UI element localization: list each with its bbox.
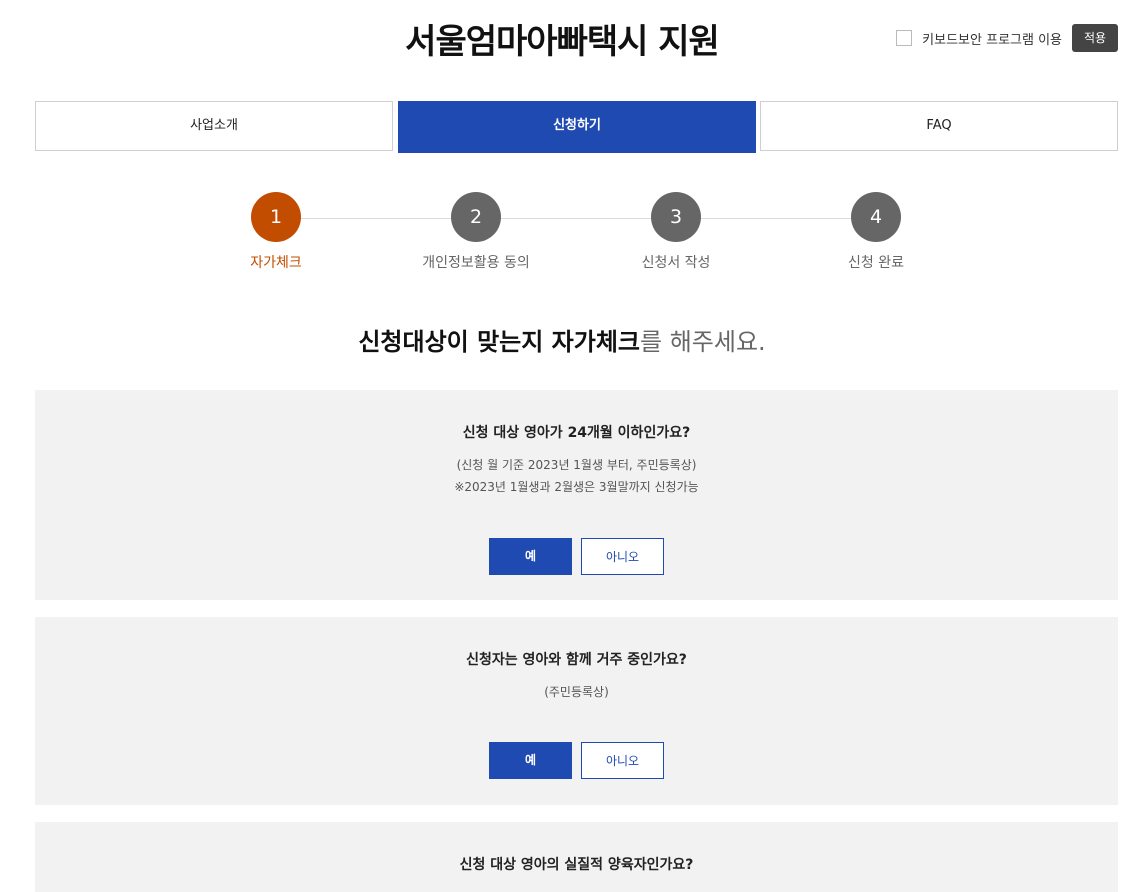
step-label: 개인정보활용 동의 xyxy=(422,255,530,271)
question-title: 신청 대상 영아가 24개월 이하인가요? xyxy=(462,425,691,441)
question-desc-line: (주민등록상) xyxy=(544,685,609,699)
tab-apply[interactable]: 신청하기 xyxy=(398,101,756,153)
step-label: 신청 완료 xyxy=(848,255,904,271)
no-button[interactable]: 아니오 xyxy=(581,538,664,575)
step-label: 자가체크 xyxy=(250,255,302,271)
headline-rest: 를 해주세요. xyxy=(640,328,766,356)
apply-button[interactable]: 적용 xyxy=(1072,24,1118,52)
step-2: 2 개인정보활용 동의 xyxy=(396,192,556,272)
step-1: 1 자가체크 xyxy=(196,192,356,272)
keyboard-security-checkbox[interactable] xyxy=(896,30,913,46)
answer-buttons: 예 아니오 xyxy=(35,742,1118,779)
progress-steps: 1 자가체크 2 개인정보활용 동의 3 신청서 작성 4 신청 완료 xyxy=(0,192,1124,282)
question-desc-line: ※2023년 1월생과 2월생은 3월말까지 신청가능 xyxy=(454,480,699,494)
tab-bar: 사업소개 신청하기 FAQ xyxy=(35,101,1118,153)
yes-button[interactable]: 예 xyxy=(489,742,572,779)
headline-strong: 신청대상이 맞는지 자가체크 xyxy=(358,328,640,356)
question-card-age: 신청 대상 영아가 24개월 이하인가요? (신청 월 기준 2023년 1월생… xyxy=(35,390,1118,600)
keyboard-security-label: 키보드보안 프로그램 이용 xyxy=(922,32,1062,48)
step-number: 1 xyxy=(251,192,301,242)
step-number: 4 xyxy=(851,192,901,242)
step-3: 3 신청서 작성 xyxy=(596,192,756,272)
tab-faq[interactable]: FAQ xyxy=(760,101,1118,151)
step-4: 4 신청 완료 xyxy=(796,192,956,272)
tab-intro[interactable]: 사업소개 xyxy=(35,101,393,151)
step-connector xyxy=(276,218,876,219)
step-number: 2 xyxy=(451,192,501,242)
yes-button[interactable]: 예 xyxy=(489,538,572,575)
step-number: 3 xyxy=(651,192,701,242)
question-desc-line: (신청 월 기준 2023년 1월생 부터, 주민등록상) xyxy=(456,458,697,472)
question-title: 신청자는 영아와 함께 거주 중인가요? xyxy=(466,652,687,668)
step-label: 신청서 작성 xyxy=(641,255,711,271)
question-card-caregiver: 신청 대상 영아의 실질적 양육자인가요? xyxy=(35,822,1118,892)
question-card-residence: 신청자는 영아와 함께 거주 중인가요? (주민등록상) 예 아니오 xyxy=(35,617,1118,805)
keyboard-security-option: 키보드보안 프로그램 이용 적용 xyxy=(896,24,1118,52)
no-button[interactable]: 아니오 xyxy=(581,742,664,779)
question-title: 신청 대상 영아의 실질적 양육자인가요? xyxy=(459,857,694,873)
self-check-headline: 신청대상이 맞는지 자가체크를 해주세요. xyxy=(0,322,1124,357)
answer-buttons: 예 아니오 xyxy=(35,538,1118,575)
